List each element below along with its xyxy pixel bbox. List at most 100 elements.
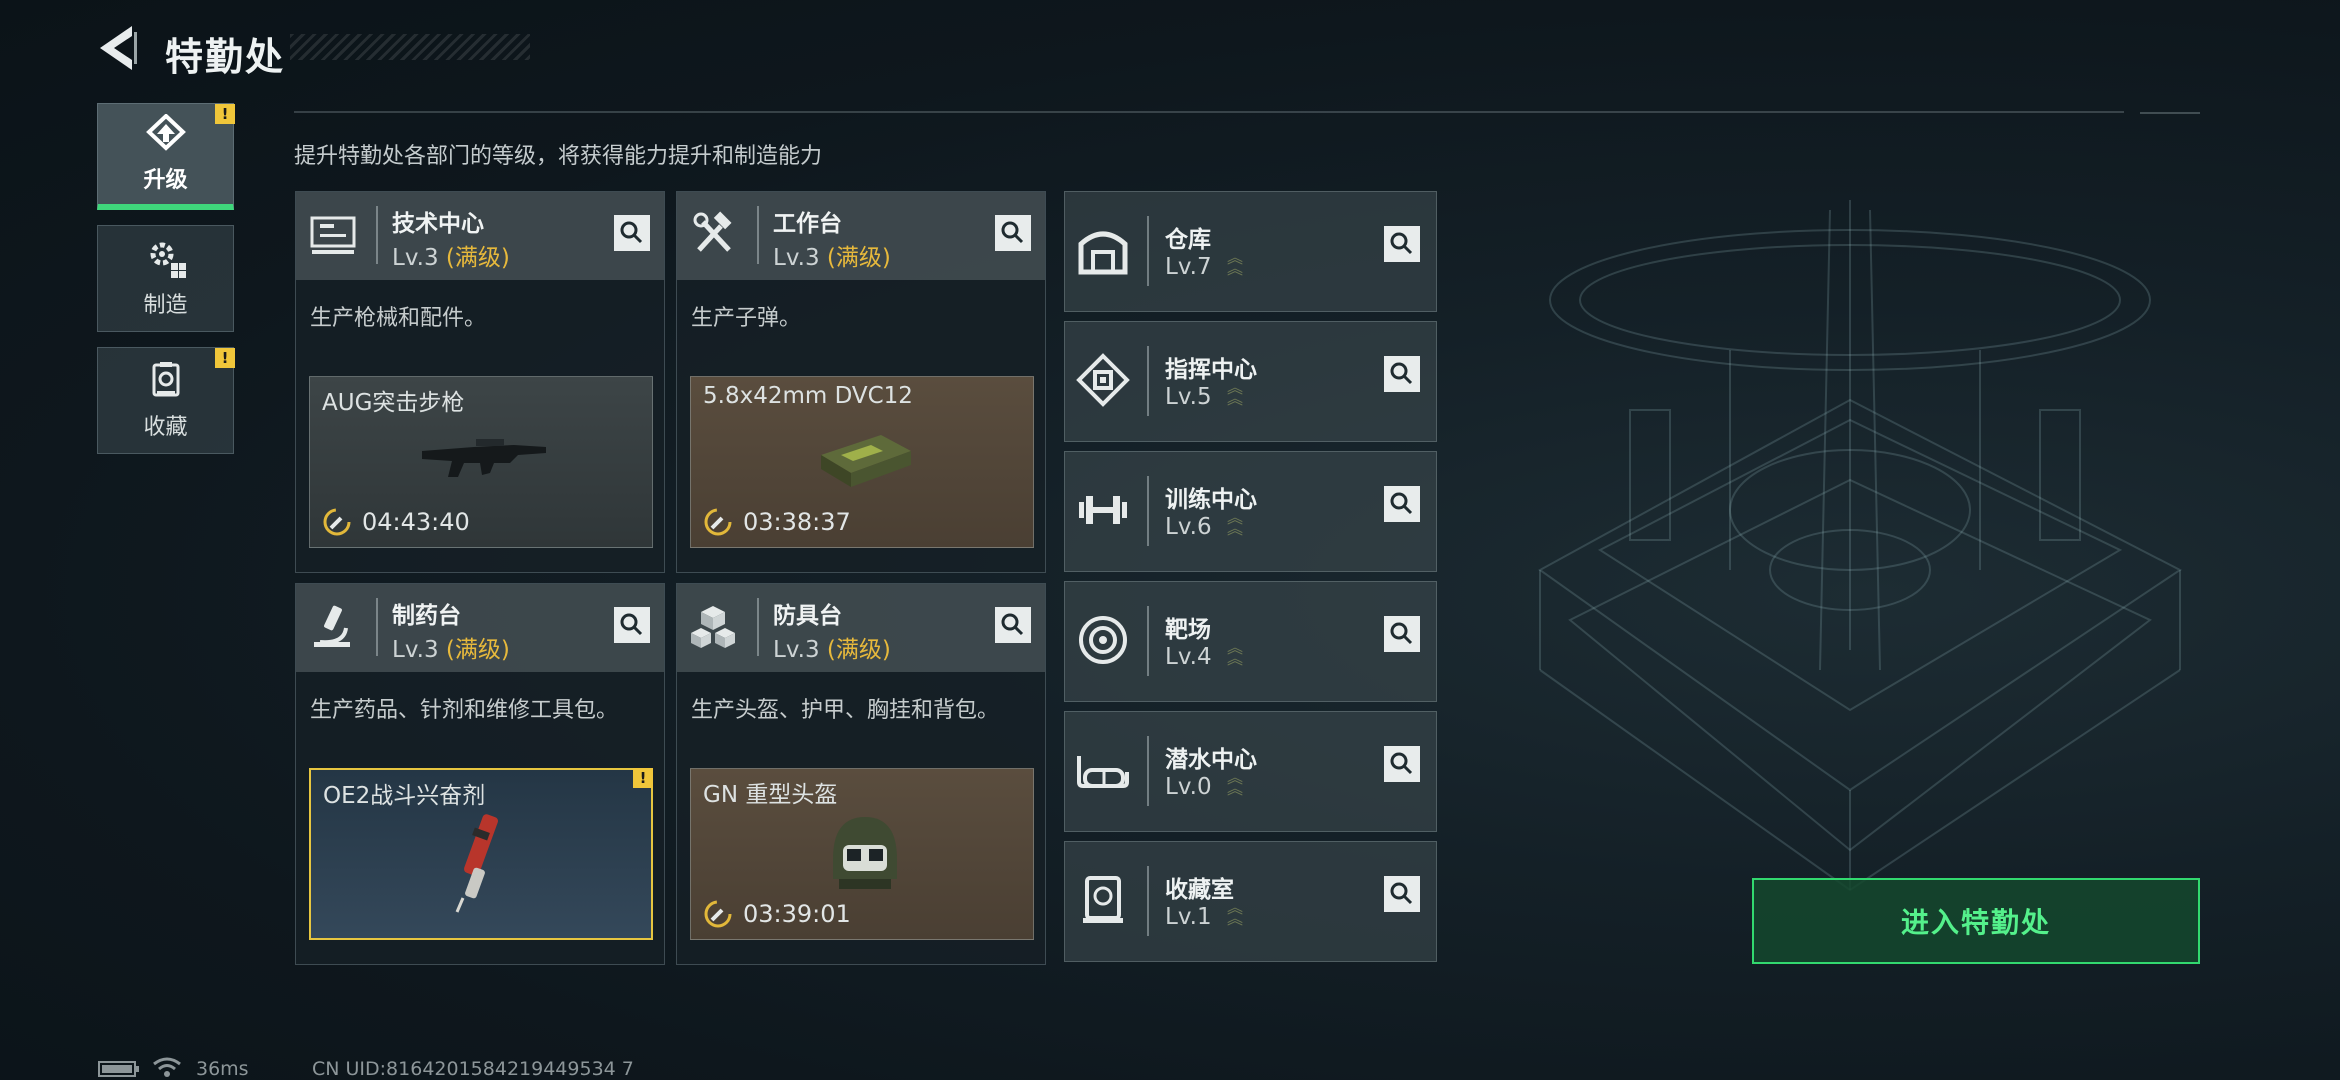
header-separator	[376, 598, 378, 656]
workshop-description: 生产枪械和配件。	[310, 306, 487, 331]
level-up-chevron-icon: ︽ ︽	[1227, 248, 1244, 278]
facility-training-center[interactable]: 训练中心 Lv.6 ︽ ︽	[1064, 451, 1437, 572]
search-icon[interactable]	[995, 215, 1031, 251]
facility-separator	[1147, 736, 1149, 806]
workshop-card-pharmacy[interactable]: 制药台 Lv.3 (满级) 生产药品、针剂和维修工具包。 OE2战斗兴奋剂 !	[295, 583, 665, 965]
enter-special-ops-button[interactable]: 进入特勤处	[1752, 878, 2200, 964]
production-slot[interactable]: 5.8x42mm DVC12 03:38:37	[690, 376, 1034, 548]
back-arrow-icon[interactable]	[96, 22, 140, 74]
timer-text: 03:39:01	[743, 900, 851, 928]
timer-text: 03:38:37	[743, 508, 851, 536]
level-up-chevron-icon: ︽ ︽	[1227, 768, 1244, 798]
search-icon[interactable]	[1384, 616, 1420, 652]
gear-icon	[150, 242, 186, 278]
computer-icon	[310, 216, 356, 254]
header-separator	[757, 598, 759, 656]
timer-icon	[704, 508, 732, 536]
production-timer: 04:43:40	[322, 507, 470, 537]
facility-level: Lv.5	[1165, 384, 1212, 410]
tab-collection-label: 收藏	[143, 414, 188, 440]
max-level-tag: (满级)	[826, 245, 891, 271]
facility-shooting-range[interactable]: 靶场 Lv.4 ︽ ︽	[1064, 581, 1437, 702]
search-icon[interactable]	[614, 215, 650, 251]
facility-separator	[1147, 346, 1149, 416]
search-icon[interactable]	[1384, 356, 1420, 392]
dumbbell-icon	[1079, 496, 1127, 524]
search-icon[interactable]	[995, 607, 1031, 643]
page-subtitle: 提升特勤处各部门的等级，将获得能力提升和制造能力	[294, 144, 823, 169]
facility-level: Lv.1	[1165, 904, 1212, 930]
workshop-level: Lv.3 (满级)	[392, 637, 510, 663]
facility-separator	[1147, 216, 1149, 286]
level-up-chevron-icon: ︽ ︽	[1227, 378, 1244, 408]
product-ready-alert-badge: !	[633, 768, 653, 788]
aug-rifle-image	[422, 439, 546, 477]
workshop-description: 生产头盔、护甲、胸挂和背包。	[691, 698, 1000, 723]
workshop-name: 技术中心	[392, 211, 484, 237]
facility-warehouse[interactable]: 仓库 Lv.7 ︽ ︽	[1064, 191, 1437, 312]
search-icon[interactable]	[614, 607, 650, 643]
workshop-description: 生产子弹。	[691, 306, 802, 331]
header-separator	[757, 206, 759, 264]
product-name: 5.8x42mm DVC12	[703, 383, 913, 409]
timer-icon	[323, 508, 351, 536]
armor-cubes-icon	[691, 606, 735, 648]
facility-name: 训练中心	[1165, 487, 1257, 513]
tab-craft-label: 制造	[143, 292, 188, 318]
workshop-level: Lv.3 (满级)	[392, 245, 510, 271]
tab-upgrade-alert-badge: !	[215, 104, 235, 124]
production-slot[interactable]: AUG突击步枪 04:43:40	[309, 376, 653, 548]
production-slot[interactable]: GN 重型头盔 03:39:01	[690, 768, 1034, 940]
collection-room-icon	[1083, 876, 1123, 923]
level-up-chevron-icon: ︽ ︽	[1227, 898, 1244, 928]
ping-text: 36ms	[196, 1058, 249, 1080]
workshop-card-tech-center[interactable]: 技术中心 Lv.3 (满级) 生产枪械和配件。 AUG突击步枪 04:43:40	[295, 191, 665, 573]
collection-icon	[152, 361, 179, 396]
workshop-description: 生产药品、针剂和维修工具包。	[310, 698, 619, 723]
production-timer: 03:39:01	[703, 899, 851, 929]
tab-craft[interactable]: 制造	[97, 225, 234, 332]
battery-icon	[98, 1061, 139, 1077]
facility-diving-center[interactable]: 潜水中心 Lv.0 ︽ ︽	[1064, 711, 1437, 832]
max-level-tag: (满级)	[445, 637, 510, 663]
production-timer: 03:38:37	[703, 507, 851, 537]
uid-text: CN UID:8164201584219449534 7	[312, 1058, 634, 1080]
facility-command-center[interactable]: 指挥中心 Lv.5 ︽ ︽	[1064, 321, 1437, 442]
search-icon[interactable]	[1384, 226, 1420, 262]
search-icon[interactable]	[1384, 746, 1420, 782]
workshop-level: Lv.3 (满级)	[773, 637, 891, 663]
title-hatch-decoration	[290, 34, 530, 60]
tools-icon	[693, 211, 732, 252]
level-up-chevron-icon: ︽ ︽	[1227, 638, 1244, 668]
wifi-icon	[153, 1057, 181, 1077]
production-slot-ready[interactable]: OE2战斗兴奋剂 !	[309, 768, 653, 940]
facility-level: Lv.7	[1165, 254, 1212, 280]
heavy-helmet-image	[833, 817, 897, 889]
workshop-name: 制药台	[392, 603, 461, 629]
facility-name: 指挥中心	[1165, 357, 1257, 383]
tab-upgrade[interactable]: 升级 !	[97, 103, 235, 210]
facility-name: 收藏室	[1165, 877, 1234, 903]
search-icon[interactable]	[1384, 876, 1420, 912]
max-level-tag: (满级)	[445, 245, 510, 271]
header-divider	[294, 111, 2124, 113]
header-separator	[376, 206, 378, 264]
workshop-card-armor-bench[interactable]: 防具台 Lv.3 (满级) 生产头盔、护甲、胸挂和背包。 GN 重型头盔 03:…	[676, 583, 1046, 965]
max-level-tag: (满级)	[826, 637, 891, 663]
search-icon[interactable]	[1384, 486, 1420, 522]
workshop-level: Lv.3 (满级)	[773, 245, 891, 271]
tab-collection[interactable]: 收藏 !	[97, 347, 235, 454]
base-wireframe-illustration	[1538, 200, 2182, 892]
facility-level: Lv.0	[1165, 774, 1212, 800]
workshop-name: 工作台	[773, 211, 842, 237]
ammo-box-image	[821, 435, 911, 487]
facility-separator	[1147, 866, 1149, 936]
facility-separator	[1147, 476, 1149, 546]
facility-collection-room[interactable]: 收藏室 Lv.1 ︽ ︽	[1064, 841, 1437, 962]
facility-name: 潜水中心	[1165, 747, 1257, 773]
stimulant-injector-image	[455, 814, 498, 913]
workshop-card-workbench[interactable]: 工作台 Lv.3 (满级) 生产子弹。 5.8x42mm DVC12 03:38…	[676, 191, 1046, 573]
timer-icon	[704, 900, 732, 928]
diving-mask-icon	[1077, 756, 1129, 788]
facility-separator	[1147, 606, 1149, 676]
